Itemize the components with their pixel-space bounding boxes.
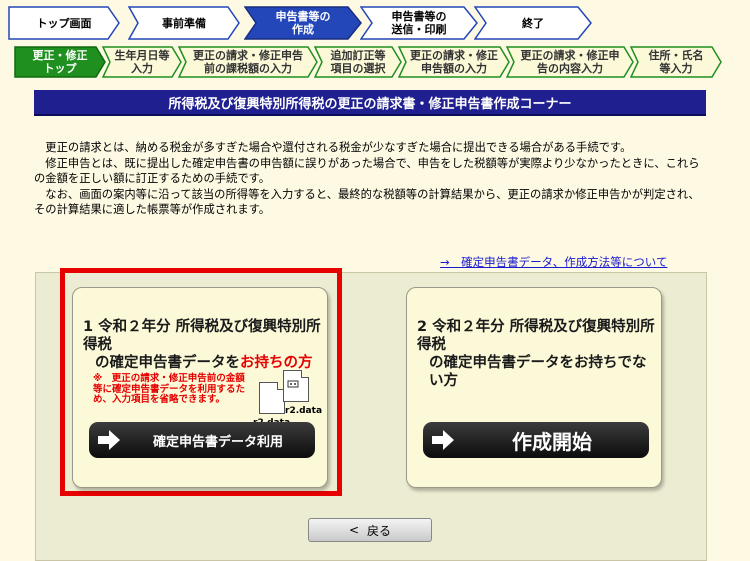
intro-text: 更正の請求とは、納める税金が多すぎた場合や還付される税金が少なすぎた場合に提出で… [34,140,704,218]
progress-steps: トップ画面 事前準備 申告書等の 作成 申告書等の 送信・印刷 終了 [8,6,748,40]
substep-birthdate: 生年月日等 入力 [102,46,182,78]
substep-correction-top: 更正・修正 トップ [14,46,106,78]
step-send-print: 申告書等の 送信・印刷 [360,6,478,40]
option-no-data[interactable]: 2 令和２年分 所得税及び復興特別所得税 の確定申告書データをお持ちでない方 作… [406,287,662,488]
step-end: 終了 [474,6,592,40]
option-have-data-title: 1 令和２年分 所得税及び復興特別所得税 の確定申告書データをお持ちの方 [83,319,321,371]
back-arrow-icon: < [348,523,360,537]
option-note: ※ 更正の請求・修正申告前の金額等に確定申告書データを利用するため、入力項目を省… [93,373,246,405]
substep-address-name: 住所・氏名 等入力 [630,46,722,78]
step-preparation: 事前準備 [128,6,240,40]
start-create-button[interactable]: 作成開始 [423,422,649,458]
substep-content-input: 更正の請求・修正申 告の内容入力 [506,46,634,78]
step-top: トップ画面 [8,6,120,40]
use-data-button[interactable]: 確定申告書データ利用 [89,422,315,458]
substep-select-items: 追加訂正等 項目の選択 [314,46,402,78]
data-file-icon: r2.data r2.data [253,368,322,428]
page-title: 所得税及び復興特別所得税の更正の請求書・修正申告書作成コーナー [34,90,706,116]
back-button[interactable]: < 戻る [308,518,432,542]
intro-paragraph: 修正申告とは、既に提出した確定申告書の申告額に誤りがあった場合で、申告をした税額… [34,156,700,186]
substep-prior-tax: 更正の請求・修正申告 前の課税額の入力 [178,46,318,78]
intro-paragraph: なお、画面の案内等に沿って該当の所得等を入力すると、最終的な税額等の計算結果から… [34,187,700,217]
arrow-right-icon [432,430,454,450]
option-have-data[interactable]: 1 令和２年分 所得税及び復興特別所得税 の確定申告書データをお持ちの方 ※ 更… [72,287,328,488]
substep-amount-input: 更正の請求・修正 申告額の入力 [398,46,510,78]
data-info-link[interactable]: → 確定申告書データ、作成方法等について [440,254,667,270]
option-no-data-title: 2 令和２年分 所得税及び復興特別所得税 の確定申告書データをお持ちでない方 [417,319,655,389]
intro-paragraph: 更正の請求とは、納める税金が多すぎた場合や還付される税金が少なすぎた場合に提出で… [45,141,632,154]
step-create-return: 申告書等の 作成 [244,6,362,40]
arrow-right-icon [98,430,120,450]
